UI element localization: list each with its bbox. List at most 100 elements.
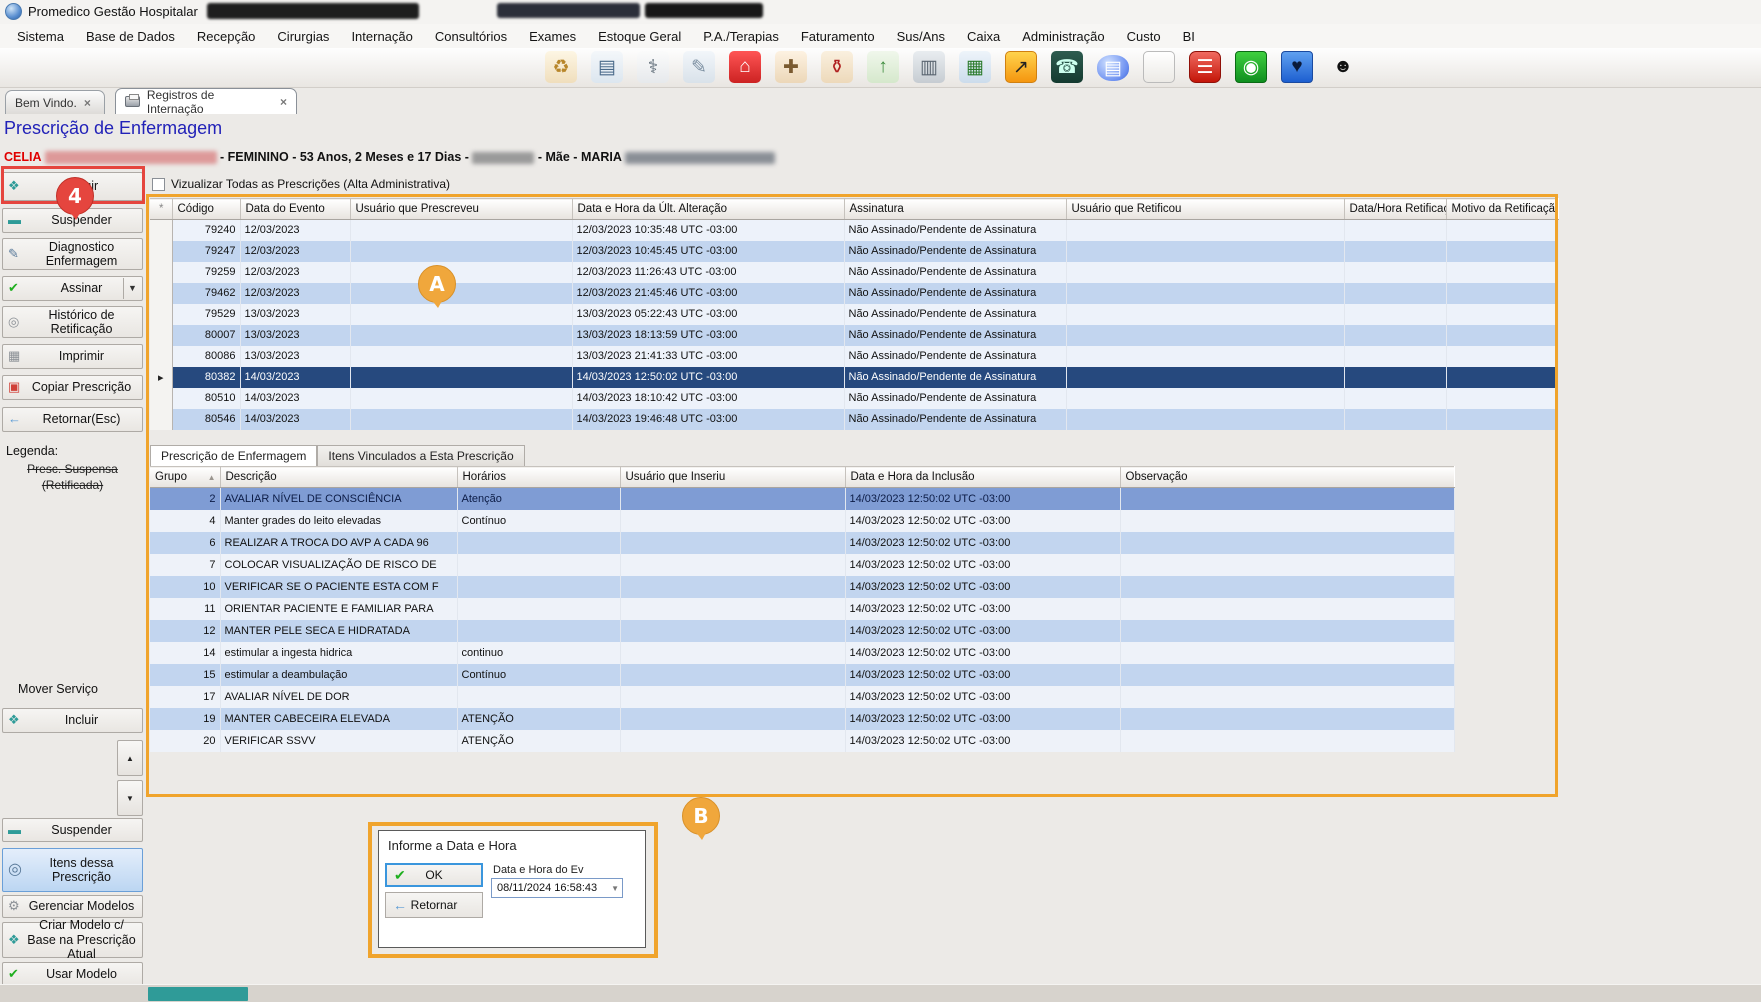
prescription-row[interactable]: 80546 14/03/2023 14/03/2023 19:46:48 UTC…: [150, 409, 1558, 430]
assinar-button[interactable]: ✔Assinar ▼: [2, 276, 143, 301]
prescription-row[interactable]: 80007 13/03/2023 13/03/2023 18:13:59 UTC…: [150, 325, 1558, 346]
stock-money-icon[interactable]: ▥: [913, 51, 945, 83]
search-document-icon: ◎: [8, 861, 22, 879]
power-off-icon[interactable]: ◉: [1235, 51, 1267, 83]
menu-item[interactable]: BI: [1172, 26, 1206, 47]
column-header-motivo[interactable]: Motivo da Retificação: [1446, 199, 1558, 220]
menu-item[interactable]: Faturamento: [790, 26, 886, 47]
tab-registros-internacao[interactable]: Registros de Internação ×: [115, 88, 297, 114]
column-header-data-inclusao[interactable]: Data e Hora da Inclusão: [845, 467, 1120, 488]
column-header-usuario-prescreveu[interactable]: Usuário que Prescreveu: [350, 199, 572, 220]
incluir-item-button[interactable]: ❖Incluir: [2, 708, 143, 733]
column-header-descricao[interactable]: Descrição: [220, 467, 457, 488]
vizualizar-todas-checkbox[interactable]: [152, 178, 165, 191]
itens-dessa-prescricao-button[interactable]: ◎Itens dessa Prescrição: [2, 848, 143, 892]
assinar-dropdown-arrow[interactable]: ▼: [123, 278, 141, 299]
menu-item[interactable]: Base de Dados: [75, 26, 186, 47]
column-header-codigo[interactable]: Código: [172, 199, 240, 220]
staff-folder-icon[interactable]: ▤: [591, 51, 623, 83]
retornar-button[interactable]: ←Retornar(Esc): [2, 407, 143, 432]
data-hora-evento-combobox[interactable]: 08/11/2024 16:58:43 ▼: [491, 878, 623, 898]
menu-item[interactable]: Sus/Ans: [886, 26, 956, 47]
hospital-bed-icon[interactable]: ⌂: [729, 51, 761, 83]
revenue-up-icon[interactable]: ↑: [867, 51, 899, 83]
historico-retificacao-button[interactable]: ◎Histórico de Retificação: [2, 306, 143, 338]
prescription-row[interactable]: 79240 12/03/2023 12/03/2023 10:35:48 UTC…: [150, 220, 1558, 241]
copiar-prescricao-button[interactable]: ▣Copiar Prescrição: [2, 375, 143, 400]
menu-item[interactable]: Sistema: [6, 26, 75, 47]
ok-button[interactable]: ✔ OK: [385, 863, 483, 887]
item-row[interactable]: 12 MANTER PELE SECA E HIDRATADA 14/03/20…: [150, 620, 1454, 642]
tab-prescricao-enfermagem[interactable]: Prescrição de Enfermagem: [150, 445, 317, 466]
menu-item[interactable]: Consultórios: [424, 26, 518, 47]
column-header-ult-alteracao[interactable]: Data e Hora da Últ. Alteração: [572, 199, 844, 220]
close-icon[interactable]: ×: [84, 96, 91, 110]
item-row-selected[interactable]: 2 AVALIAR NÍVEL DE CONSCIÊNCIA Atenção 1…: [150, 488, 1454, 510]
move-down-button[interactable]: ▼: [117, 780, 143, 816]
item-row[interactable]: 15 estimular a deambulação Contínuo 14/0…: [150, 664, 1454, 686]
add-icon: ❖: [8, 179, 20, 194]
finance-chart-icon[interactable]: ↗: [1005, 51, 1037, 83]
vitals-book-icon[interactable]: ♥: [1281, 51, 1313, 83]
column-header-data-evento[interactable]: Data do Evento: [240, 199, 350, 220]
medication-bottles-icon[interactable]: ⚱: [821, 51, 853, 83]
item-row[interactable]: 11 ORIENTAR PACIENTE E FAMILIAR PARA 14/…: [150, 598, 1454, 620]
detail-tabstrip: Prescrição de Enfermagem Itens Vinculado…: [150, 445, 525, 466]
patients-book-icon[interactable]: ☻: [1327, 51, 1359, 83]
back-arrow-icon: ←: [393, 897, 407, 913]
prescription-row[interactable]: 79247 12/03/2023 12/03/2023 10:45:45 UTC…: [150, 241, 1558, 262]
prescription-row[interactable]: 80086 13/03/2023 13/03/2023 21:41:33 UTC…: [150, 346, 1558, 367]
column-header-data-retificacao[interactable]: Data/Hora Retificação: [1344, 199, 1446, 220]
prescription-document-icon[interactable]: ✎: [683, 51, 715, 83]
menu-item[interactable]: Cirurgias: [266, 26, 340, 47]
tab-itens-vinculados[interactable]: Itens Vinculados a Esta Prescrição: [317, 445, 524, 466]
imprimir-button[interactable]: ▦Imprimir: [2, 344, 143, 369]
menu-item[interactable]: Estoque Geral: [587, 26, 692, 47]
move-up-button[interactable]: ▲: [117, 740, 143, 776]
item-row[interactable]: 20 VERIFICAR SSVV ATENÇÃO 14/03/2023 12:…: [150, 730, 1454, 752]
ledger-book-icon[interactable]: ▤: [1097, 55, 1129, 81]
prescription-row[interactable]: 79529 13/03/2023 13/03/2023 05:22:43 UTC…: [150, 304, 1558, 325]
check-icon: ✔: [394, 867, 406, 884]
prescription-row[interactable]: 80510 14/03/2023 14/03/2023 18:10:42 UTC…: [150, 388, 1558, 409]
menu-item[interactable]: P.A./Terapias: [692, 26, 790, 47]
item-row[interactable]: 19 MANTER CABECEIRA ELEVADA ATENÇÃO 14/0…: [150, 708, 1454, 730]
column-header-usuario-retificou[interactable]: Usuário que Retificou: [1066, 199, 1344, 220]
menu-item[interactable]: Caixa: [956, 26, 1011, 47]
item-row[interactable]: 17 AVALIAR NÍVEL DE DOR 14/03/2023 12:50…: [150, 686, 1454, 708]
users-sync-icon[interactable]: ♻: [545, 51, 577, 83]
criar-modelo-button[interactable]: ❖Criar Modelo c/ Base na Prescrição Atua…: [2, 922, 143, 958]
menu-item[interactable]: Internação: [340, 26, 423, 47]
ambulance-icon[interactable]: ✚: [775, 51, 807, 83]
column-header-grupo[interactable]: Grupo▲: [150, 467, 220, 488]
phonebook-icon[interactable]: ☎: [1051, 51, 1083, 83]
suspender-item-button[interactable]: ▬Suspender: [2, 818, 143, 842]
invoice-icon[interactable]: ☰: [1189, 51, 1221, 83]
add-icon: ❖: [8, 933, 20, 948]
safe-icon[interactable]: ▦: [959, 51, 991, 83]
diagnostico-enfermagem-button[interactable]: ✎Diagnostico Enfermagem: [2, 238, 143, 270]
retornar-button[interactable]: ← Retornar: [385, 892, 483, 918]
prescription-row[interactable]: 79259 12/03/2023 12/03/2023 11:26:43 UTC…: [150, 262, 1558, 283]
prescription-row[interactable]: 79462 12/03/2023 12/03/2023 21:45:46 UTC…: [150, 283, 1558, 304]
item-row[interactable]: 14 estimular a ingesta hidrica continuo …: [150, 642, 1454, 664]
doctor-icon[interactable]: ⚕: [637, 51, 669, 83]
item-row[interactable]: 6 REALIZAR A TROCA DO AVP A CADA 96 14/0…: [150, 532, 1454, 554]
tab-bem-vindo[interactable]: Bem Vindo. ×: [5, 90, 105, 114]
column-header-assinatura[interactable]: Assinatura: [844, 199, 1066, 220]
gerenciar-modelos-button[interactable]: ⚙Gerenciar Modelos: [2, 895, 143, 918]
column-header-horarios[interactable]: Horários: [457, 467, 620, 488]
column-header-usuario-inseriu[interactable]: Usuário que Inseriu: [620, 467, 845, 488]
chat-bubble-icon[interactable]: [1143, 51, 1175, 83]
item-row[interactable]: 7 COLOCAR VISUALIZAÇÃO DE RISCO DE 14/03…: [150, 554, 1454, 576]
item-row[interactable]: 10 VERIFICAR SE O PACIENTE ESTA COM F 14…: [150, 576, 1454, 598]
column-header-observacao[interactable]: Observação: [1120, 467, 1454, 488]
item-row[interactable]: 4 Manter grades do leito elevadas Contín…: [150, 510, 1454, 532]
menu-item[interactable]: Administração: [1011, 26, 1115, 47]
menu-item[interactable]: Custo: [1116, 26, 1172, 47]
close-icon[interactable]: ×: [280, 95, 287, 109]
chevron-down-icon[interactable]: ▼: [611, 884, 619, 893]
menu-item[interactable]: Exames: [518, 26, 587, 47]
prescription-row-selected[interactable]: ▸ 80382 14/03/2023 14/03/2023 12:50:02 U…: [150, 367, 1558, 388]
menu-item[interactable]: Recepção: [186, 26, 267, 47]
